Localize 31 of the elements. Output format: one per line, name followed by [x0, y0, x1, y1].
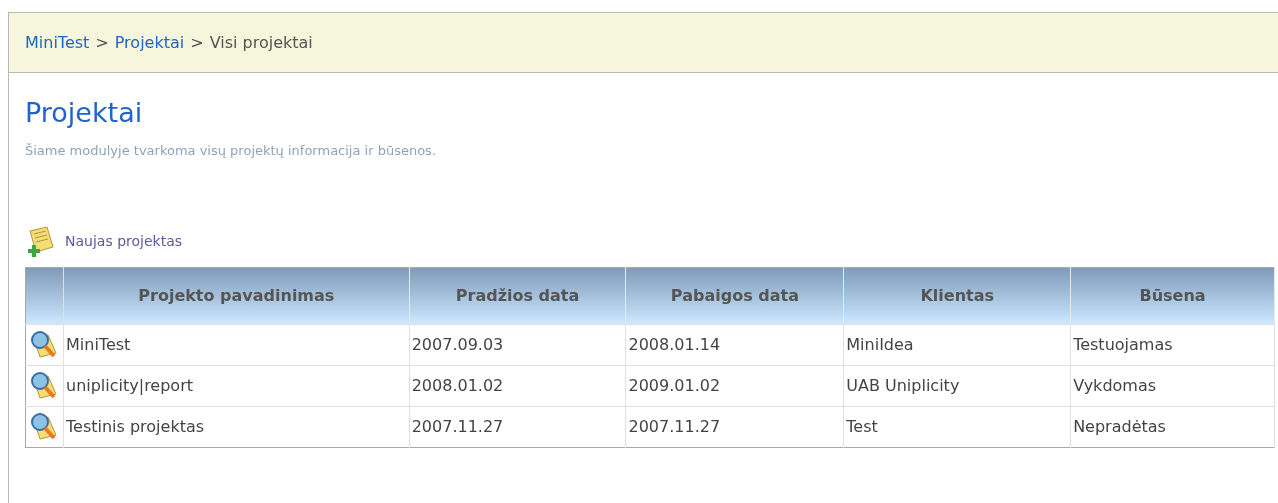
- breadcrumb-separator: >: [190, 31, 204, 54]
- table-cell: 2008.01.14: [626, 324, 844, 365]
- column-header: Pabaigos data: [626, 267, 844, 324]
- breadcrumb-current: Visi projektai: [209, 31, 313, 54]
- table-cell: MiniTest: [63, 324, 410, 365]
- table-cell: 2009.01.02: [626, 365, 844, 406]
- table-cell: 2007.11.27: [409, 406, 626, 447]
- table-cell: Vykdomas: [1070, 365, 1275, 406]
- breadcrumb-link[interactable]: MiniTest: [25, 30, 90, 55]
- new-project-link[interactable]: Naujas projektas: [65, 231, 182, 252]
- table-cell: UAB Uniplicity: [843, 365, 1071, 406]
- table-cell: 2007.11.27: [626, 406, 844, 447]
- magnifier-icon[interactable]: [28, 369, 60, 402]
- column-header: Projekto pavadinimas: [63, 267, 410, 324]
- column-header: Pradžios data: [409, 267, 626, 324]
- breadcrumb-link[interactable]: Projektai: [114, 30, 185, 55]
- table-cell: MiniIdea: [843, 324, 1071, 365]
- table-cell: 2008.01.02: [409, 365, 626, 406]
- column-header: Klientas: [843, 267, 1071, 324]
- table-cell: Testinis projektas: [63, 406, 410, 447]
- table-cell: uniplicity|report: [63, 365, 410, 406]
- breadcrumb-separator: >: [95, 31, 109, 54]
- page-description: Šiame modulyje tvarkoma visų projektų informacija ir būsenos.: [25, 142, 438, 160]
- magnifier-icon[interactable]: [28, 410, 60, 443]
- page-title: Projektai: [25, 96, 144, 130]
- column-header: Būsena: [1070, 267, 1275, 324]
- table-cell: Test: [843, 406, 1071, 447]
- table-cell: Nepradėtas: [1070, 406, 1275, 447]
- table-cell: 2007.09.03: [409, 324, 626, 365]
- table-cell: Testuojamas: [1070, 324, 1275, 365]
- magnifier-icon[interactable]: [28, 328, 60, 361]
